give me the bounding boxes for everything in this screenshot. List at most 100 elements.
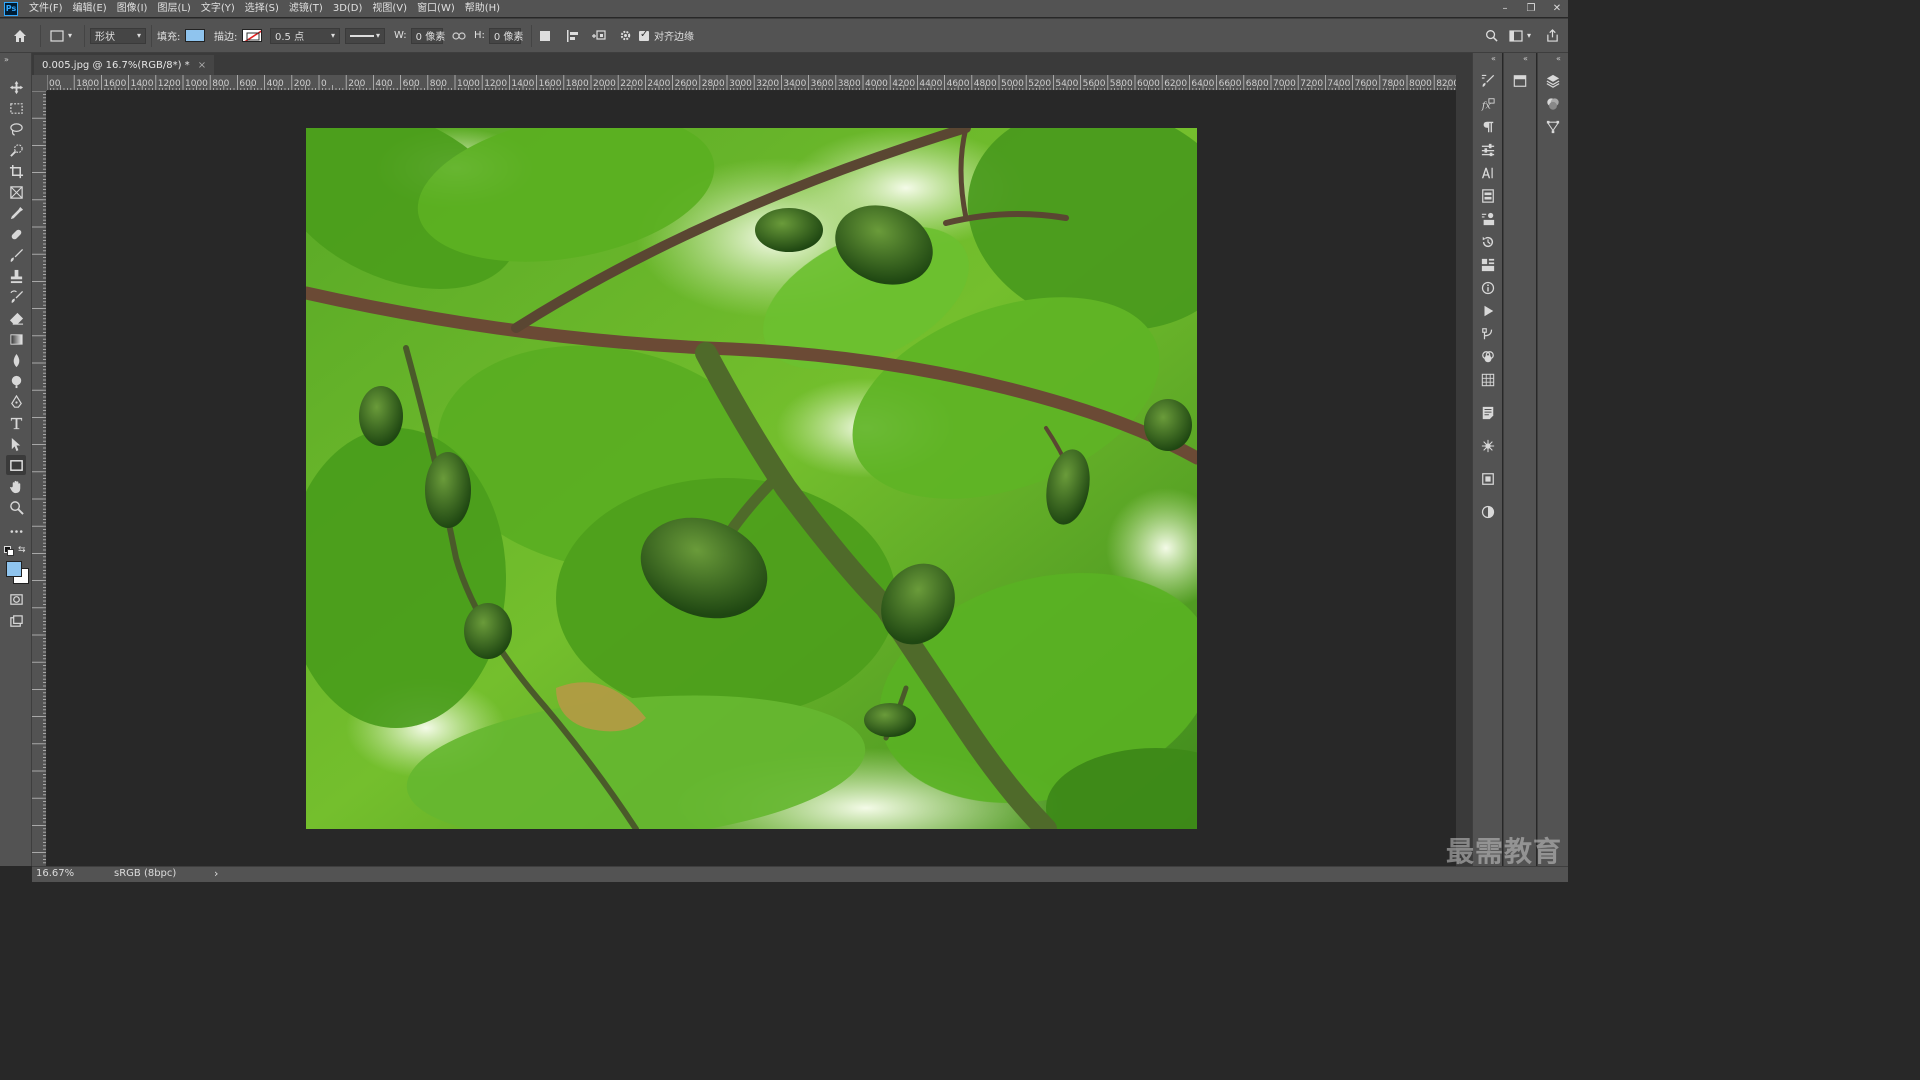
glyphs-icon[interactable]	[1480, 188, 1496, 204]
share-icon[interactable]	[1546, 19, 1559, 52]
chevron-down-icon: ▾	[330, 31, 335, 40]
menu-file[interactable]: 文件(F)	[24, 0, 68, 17]
vertical-ruler[interactable]	[32, 91, 47, 866]
blur-tool-icon[interactable]	[6, 350, 26, 370]
path-operations-icon[interactable]	[539, 19, 551, 52]
menu-help[interactable]: 帮助(H)	[460, 0, 505, 17]
path-selection-tool-icon[interactable]	[6, 434, 26, 454]
fill-color-swatch[interactable]	[185, 29, 206, 42]
vertical-scrollbar[interactable]	[1456, 75, 1472, 866]
menu-layer[interactable]: 图层(L)	[152, 0, 195, 17]
paths-icon[interactable]	[1480, 326, 1496, 342]
brush-tool-icon[interactable]	[6, 245, 26, 265]
workspace-icon[interactable]: ▾	[1509, 19, 1531, 52]
type-tool-icon[interactable]	[6, 413, 26, 433]
more-tools-icon[interactable]	[6, 521, 26, 541]
width-field[interactable]: 0 像素	[410, 27, 445, 44]
document-tab[interactable]: 0.005.jpg @ 16.7%(RGB/8*) * ×	[34, 55, 215, 75]
quick-mask-icon[interactable]	[6, 589, 26, 609]
menu-3d[interactable]: 3D(D)	[328, 0, 368, 17]
stroke-width-field[interactable]: 0.5 点 ▾	[270, 27, 340, 44]
lasso-tool-icon[interactable]	[6, 119, 26, 139]
close-tab-icon[interactable]: ×	[198, 60, 206, 71]
eyedropper-tool-icon[interactable]	[6, 203, 26, 223]
dodge-tool-icon[interactable]	[6, 371, 26, 391]
color-icon[interactable]	[1480, 504, 1496, 520]
notes-icon[interactable]	[1480, 405, 1496, 421]
horizontal-ruler[interactable]: 00 1800 1600 1400 1200 1000 800 600 400 200 0 200 40…	[47, 75, 1456, 91]
history-brush-tool-icon[interactable]	[6, 287, 26, 307]
info-icon[interactable]	[1480, 280, 1496, 296]
stroke-color-swatch[interactable]	[242, 29, 263, 42]
timeline-icon[interactable]	[1480, 471, 1496, 487]
properties-icon[interactable]	[1480, 211, 1496, 227]
ruler-origin[interactable]	[32, 75, 47, 91]
clone-source-icon[interactable]: fx	[1480, 96, 1496, 112]
screen-mode-icon[interactable]	[6, 611, 26, 631]
character-icon[interactable]	[1480, 165, 1496, 181]
marquee-tool-icon[interactable]	[6, 98, 26, 118]
ruler-tick-label: 1600	[538, 79, 562, 89]
ruler-tick-label: 4400	[919, 79, 943, 89]
foreground-color-swatch[interactable]	[6, 561, 22, 577]
tool-mode-select[interactable]: 形状 ▾	[90, 27, 146, 44]
quick-selection-tool-icon[interactable]	[6, 140, 26, 160]
layers-icon[interactable]	[1545, 73, 1561, 89]
menu-select[interactable]: 选择(S)	[240, 0, 284, 17]
path-alignment-icon[interactable]	[566, 19, 580, 52]
collapse-panel-icon[interactable]: «	[1491, 54, 1496, 63]
navigator-icon[interactable]	[1480, 438, 1496, 454]
history-icon[interactable]	[1480, 234, 1496, 250]
link-dimensions-icon[interactable]	[452, 19, 466, 52]
menu-window[interactable]: 窗口(W)	[412, 0, 460, 17]
status-menu-arrow[interactable]: ›	[214, 867, 218, 880]
stroke-label: 描边:	[214, 32, 238, 43]
tools-panel: » ⇆	[0, 53, 32, 866]
menu-filter[interactable]: 滤镜(T)	[284, 0, 328, 17]
frame-tool-icon[interactable]	[6, 182, 26, 202]
collapse-panel-icon[interactable]: «	[1556, 54, 1561, 63]
height-field[interactable]: 0 像素	[488, 27, 523, 44]
home-icon[interactable]	[12, 19, 28, 52]
clone-stamp-tool-icon[interactable]	[6, 266, 26, 286]
menu-edit[interactable]: 编辑(E)	[68, 0, 112, 17]
swap-colors-icon[interactable]: ⇆	[18, 545, 26, 555]
swatches-icon[interactable]	[1480, 372, 1496, 388]
document-image[interactable]	[306, 128, 1197, 829]
channels-icon[interactable]	[1480, 349, 1496, 365]
close-window-icon[interactable]: ✕	[1552, 3, 1562, 14]
paths-panel-icon[interactable]	[1545, 119, 1561, 135]
stroke-type-select[interactable]: ▾	[345, 27, 385, 44]
healing-brush-tool-icon[interactable]	[6, 224, 26, 244]
actions-icon[interactable]	[1480, 303, 1496, 319]
layer-comps-icon[interactable]	[1512, 73, 1528, 89]
paragraph-icon[interactable]	[1480, 119, 1496, 135]
ruler-tick-label: 7600	[1354, 79, 1378, 89]
path-arrangement-icon[interactable]	[591, 19, 607, 52]
default-colors-icon[interactable]	[4, 546, 14, 556]
rectangle-tool-icon[interactable]	[6, 455, 26, 475]
libraries-icon[interactable]	[1480, 257, 1496, 273]
collapse-toolbar-icon[interactable]: »	[4, 55, 9, 64]
zoom-tool-icon[interactable]	[6, 497, 26, 517]
eraser-tool-icon[interactable]	[6, 308, 26, 328]
move-tool-icon[interactable]	[6, 77, 26, 97]
crop-tool-icon[interactable]	[6, 161, 26, 181]
menu-view[interactable]: 视图(V)	[367, 0, 412, 17]
menu-type[interactable]: 文字(Y)	[196, 0, 240, 17]
align-edges-checkbox[interactable]: ✓	[639, 29, 649, 41]
pen-tool-icon[interactable]	[6, 392, 26, 412]
restore-icon[interactable]: ❐	[1526, 3, 1536, 14]
collapse-panel-icon[interactable]: «	[1523, 54, 1528, 63]
adjustments-icon[interactable]	[1480, 142, 1496, 158]
hand-tool-icon[interactable]	[6, 476, 26, 496]
minimize-icon[interactable]: –	[1500, 3, 1510, 14]
tool-preset-picker[interactable]: ▾	[50, 19, 72, 52]
zoom-level[interactable]: 16.67%	[36, 868, 74, 879]
adjustment-layers-icon[interactable]	[1545, 96, 1561, 112]
gradient-tool-icon[interactable]	[6, 329, 26, 349]
search-icon[interactable]	[1485, 19, 1498, 52]
gear-icon[interactable]	[619, 19, 632, 52]
brush-settings-icon[interactable]	[1480, 73, 1496, 89]
menu-image[interactable]: 图像(I)	[112, 0, 153, 17]
